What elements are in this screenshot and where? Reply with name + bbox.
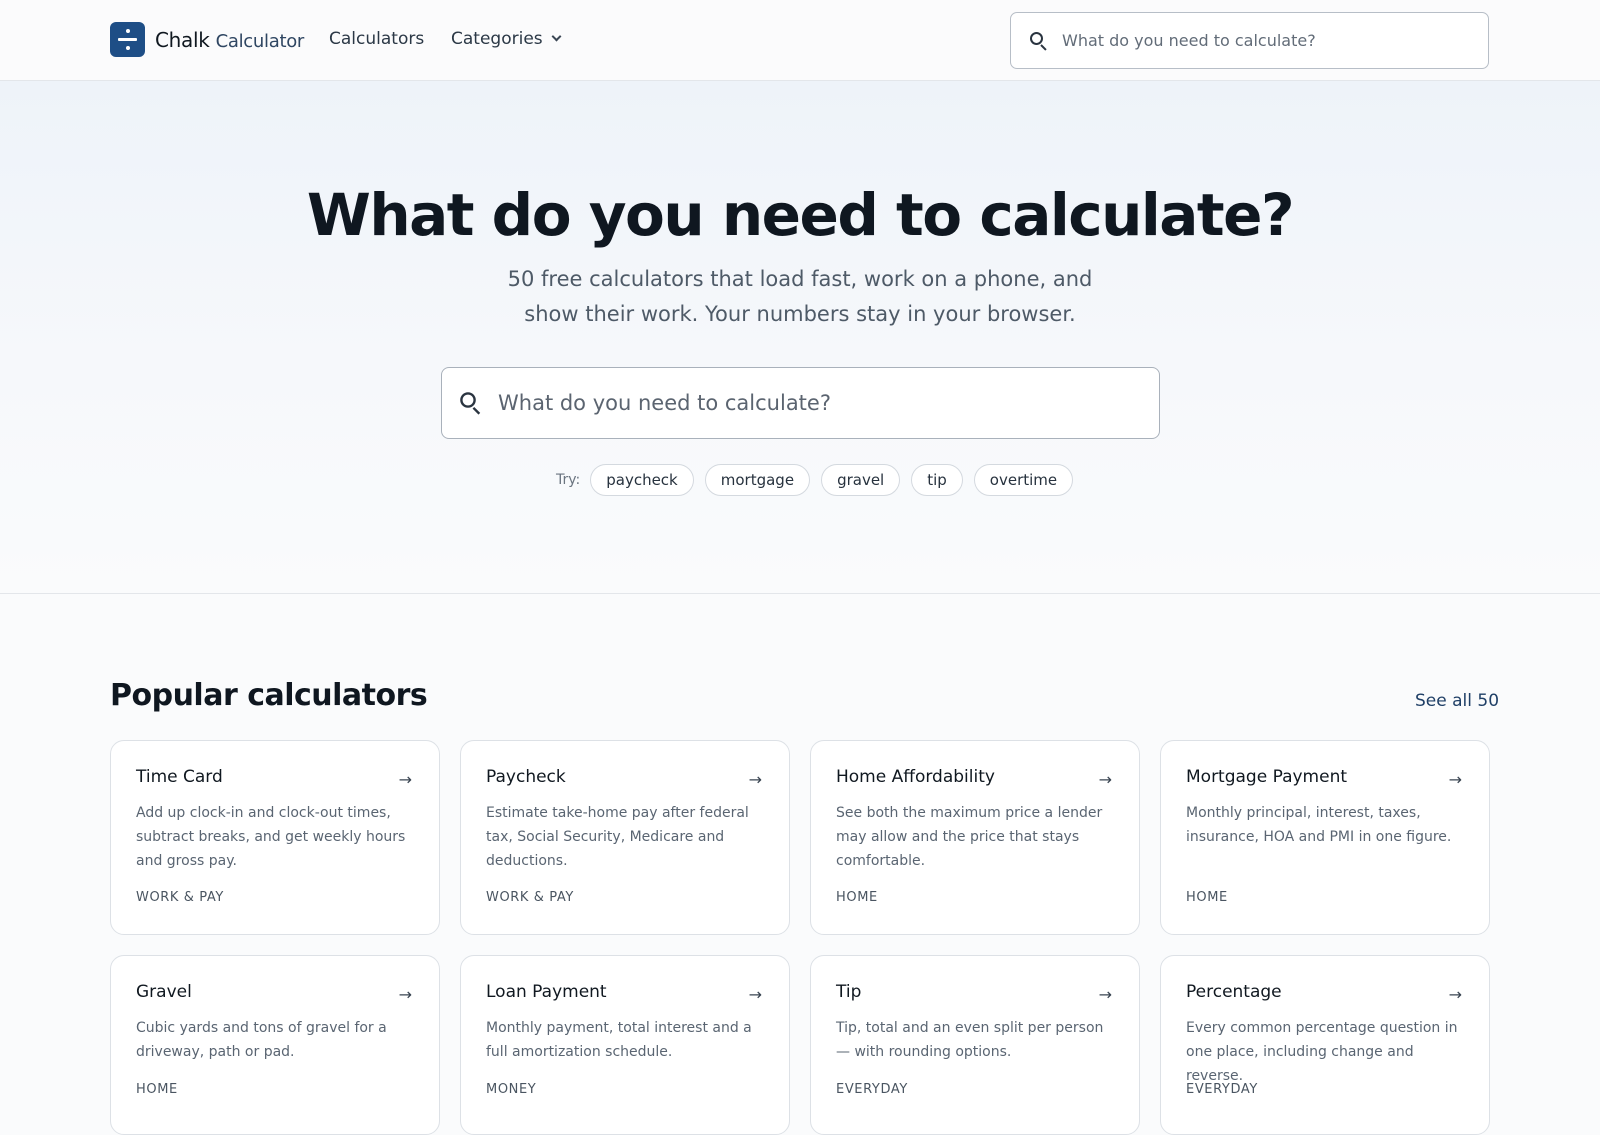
calculator-card[interactable]: Gravel → Cubic yards and tons of gravel … bbox=[110, 955, 440, 1135]
card-title: Mortgage Payment bbox=[1186, 767, 1348, 787]
card-description: Add up clock-in and clock-out times, sub… bbox=[136, 805, 406, 869]
card-title: Home Affordability bbox=[836, 767, 995, 787]
hero-search-box[interactable] bbox=[441, 367, 1160, 439]
suggestion-chip-paycheck[interactable]: paycheck bbox=[590, 464, 694, 496]
card-description: Estimate take-home pay after federal tax… bbox=[486, 805, 749, 869]
suggestion-chip-mortgage[interactable]: mortgage bbox=[704, 464, 811, 496]
arrow-right-icon: → bbox=[1098, 770, 1112, 789]
nav-categories-dropdown[interactable]: Categories bbox=[451, 29, 562, 49]
card-title: Gravel bbox=[136, 982, 192, 1002]
arrow-right-icon: → bbox=[1448, 770, 1462, 789]
card-category: HOME bbox=[1186, 890, 1228, 905]
card-description: Cubic yards and tons of gravel for a dri… bbox=[136, 1020, 387, 1060]
search-icon bbox=[460, 392, 482, 415]
arrow-right-icon: → bbox=[748, 770, 762, 789]
site-logo[interactable]: Chalk Calculator bbox=[110, 22, 304, 57]
card-category: EVERYDAY bbox=[836, 1082, 908, 1097]
suggestion-chips: Try: paycheck mortgage gravel tip overti… bbox=[556, 464, 1084, 496]
calculator-card[interactable]: Paycheck → Estimate take-home pay after … bbox=[460, 740, 790, 935]
card-category: MONEY bbox=[486, 1082, 537, 1097]
divide-icon bbox=[110, 22, 145, 57]
search-icon bbox=[1030, 31, 1048, 51]
try-label: Try: bbox=[556, 472, 581, 488]
card-title: Tip bbox=[836, 982, 862, 1002]
card-title: Paycheck bbox=[486, 767, 566, 787]
logo-wordmark: Chalk Calculator bbox=[155, 27, 305, 52]
nav-calculators-link[interactable]: Calculators bbox=[329, 29, 424, 49]
top-navigation-bar: Chalk Calculator Calculators Categories bbox=[0, 0, 1600, 81]
calculator-card[interactable]: Loan Payment → Monthly payment, total in… bbox=[460, 955, 790, 1135]
calculator-card[interactable]: Time Card → Add up clock-in and clock-ou… bbox=[110, 740, 440, 935]
card-category: HOME bbox=[836, 890, 878, 905]
hero-title: What do you need to calculate? bbox=[306, 181, 1295, 249]
card-description: Tip, total and an even split per person … bbox=[836, 1020, 1104, 1060]
card-description: See both the maximum price a lender may … bbox=[836, 805, 1103, 869]
card-title: Percentage bbox=[1186, 982, 1282, 1002]
popular-section-title: Popular calculators bbox=[110, 678, 428, 713]
card-category: EVERYDAY bbox=[1186, 1082, 1258, 1097]
card-description: Monthly principal, interest, taxes, insu… bbox=[1186, 805, 1452, 845]
arrow-right-icon: → bbox=[1098, 985, 1112, 1004]
hero-section: What do you need to calculate? 50 free c… bbox=[0, 81, 1600, 594]
calculator-card[interactable]: Percentage → Every common percentage que… bbox=[1160, 955, 1490, 1135]
card-category: WORK & PAY bbox=[136, 890, 224, 905]
suggestion-chip-tip[interactable]: tip bbox=[911, 464, 963, 496]
card-category: HOME bbox=[136, 1082, 178, 1097]
header-search-box[interactable] bbox=[1010, 12, 1489, 69]
hero-search-input[interactable] bbox=[498, 391, 1118, 415]
calculator-card[interactable]: Home Affordability → See both the maximu… bbox=[810, 740, 1140, 935]
card-title: Time Card bbox=[136, 767, 223, 787]
arrow-right-icon: → bbox=[748, 985, 762, 1004]
calculator-card[interactable]: Tip → Tip, total and an even split per p… bbox=[810, 955, 1140, 1135]
card-description: Every common percentage question in one … bbox=[1186, 1020, 1458, 1084]
hero-subtitle: 50 free calculators that load fast, work… bbox=[507, 267, 1093, 326]
suggestion-chip-overtime[interactable]: overtime bbox=[973, 464, 1074, 496]
card-title: Loan Payment bbox=[486, 982, 607, 1002]
header-search-input[interactable] bbox=[1062, 31, 1462, 50]
arrow-right-icon: → bbox=[398, 770, 412, 789]
suggestion-chip-gravel[interactable]: gravel bbox=[821, 464, 901, 496]
chevron-down-icon bbox=[551, 31, 562, 42]
card-description: Monthly payment, total interest and a fu… bbox=[486, 1020, 752, 1060]
card-category: WORK & PAY bbox=[486, 890, 574, 905]
calculator-card[interactable]: Mortgage Payment → Monthly principal, in… bbox=[1160, 740, 1490, 935]
see-all-link[interactable]: See all 50 bbox=[1415, 691, 1499, 711]
arrow-right-icon: → bbox=[1448, 985, 1462, 1004]
arrow-right-icon: → bbox=[398, 985, 412, 1004]
